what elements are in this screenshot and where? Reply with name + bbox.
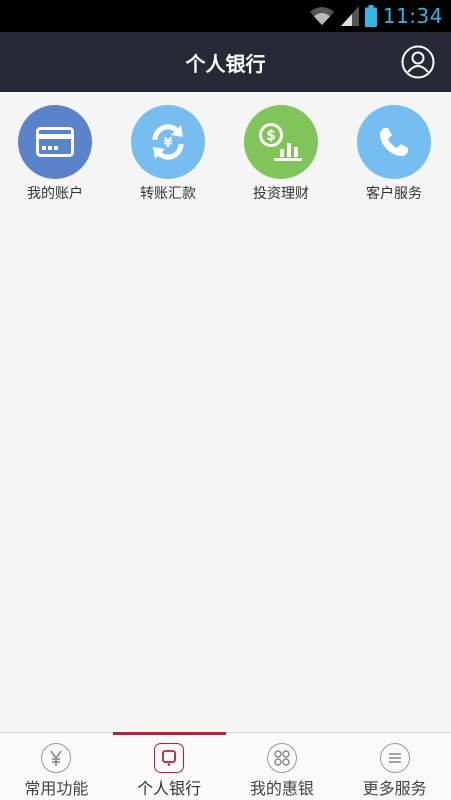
- profile-button[interactable]: [401, 45, 435, 79]
- invest-icon: $: [244, 105, 318, 179]
- app-header: 个人银行: [0, 32, 451, 92]
- invest-button[interactable]: $ 投资理财: [242, 105, 320, 203]
- battery-icon: [364, 5, 377, 27]
- my-account-label: 我的账户: [27, 186, 83, 202]
- svg-text:$: $: [266, 128, 276, 144]
- transfer-label: 转账汇款: [140, 186, 196, 202]
- transfer-button[interactable]: ¥ 转账汇款: [129, 105, 207, 203]
- transfer-icon: ¥: [131, 105, 205, 179]
- menu-icon: [379, 743, 410, 773]
- nav-label: 常用功能: [24, 779, 89, 798]
- phone-icon: [357, 105, 431, 179]
- nav-tab-personal-banking[interactable]: 个人银行: [112, 732, 226, 800]
- main-content: 我的账户 ¥ 转账汇款 $ 投资理财 客户服务: [0, 92, 451, 732]
- user-icon: [401, 45, 435, 79]
- customer-service-button[interactable]: 客户服务: [355, 105, 433, 203]
- grid-icon: [266, 743, 297, 773]
- yen-icon: [41, 743, 72, 773]
- invest-label: 投资理财: [253, 186, 309, 202]
- nav-label: 我的惠银: [249, 779, 314, 798]
- bottom-navigation: 常用功能 个人银行 我的惠银 更多服务: [0, 732, 451, 800]
- feature-grid: 我的账户 ¥ 转账汇款 $ 投资理财 客户服务: [0, 92, 451, 203]
- status-bar: 11:34: [0, 0, 451, 32]
- card-icon: [18, 105, 92, 179]
- nav-label: 更多服务: [362, 779, 427, 798]
- my-account-button[interactable]: 我的账户: [16, 105, 94, 203]
- wifi-icon: [309, 6, 335, 26]
- nav-label: 个人银行: [137, 779, 202, 798]
- nav-tab-common-functions[interactable]: 常用功能: [0, 733, 113, 800]
- nav-tab-more-services[interactable]: 更多服务: [338, 733, 451, 800]
- page-title: 个人银行: [185, 51, 266, 76]
- nav-tab-my-benefits[interactable]: 我的惠银: [226, 733, 339, 800]
- phone-device-icon: [154, 743, 185, 773]
- customer-service-label: 客户服务: [366, 186, 422, 202]
- svg-text:¥: ¥: [163, 136, 172, 151]
- status-time: 11:34: [382, 4, 443, 28]
- signal-icon: [340, 6, 359, 26]
